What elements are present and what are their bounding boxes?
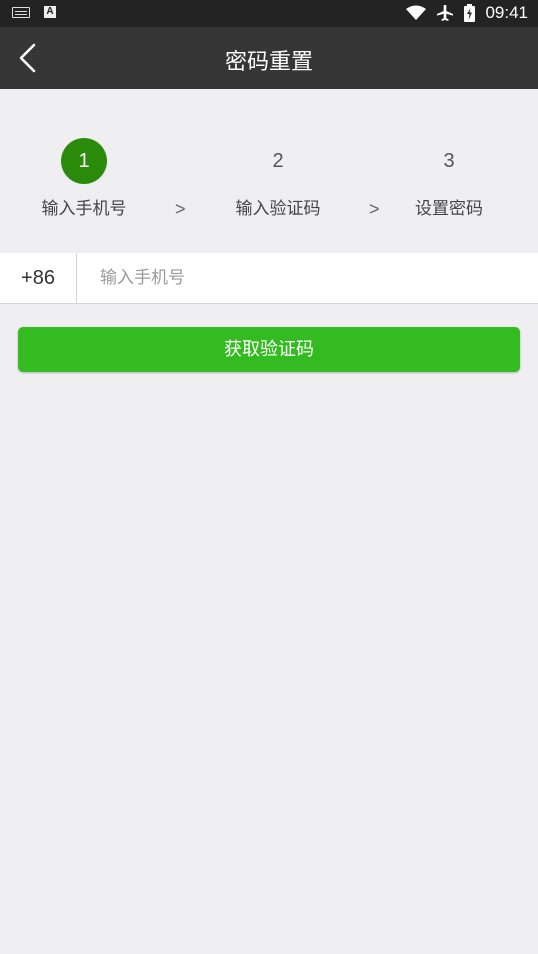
step-1-label: 输入手机号 [41, 199, 127, 219]
step-3: 3 设置密码 [379, 138, 519, 219]
title-bar: 密码重置 [0, 27, 538, 89]
status-bar-left: A [12, 6, 56, 18]
status-bar-right: 09:41 [406, 3, 528, 23]
chevron-right-icon: > [175, 199, 186, 219]
get-verification-code-button[interactable]: 获取验证码 [18, 327, 520, 372]
step-3-number: 3 [443, 150, 455, 172]
step-2-number: 2 [272, 150, 284, 172]
status-bar: A 09:41 [0, 0, 538, 27]
step-1: 1 输入手机号 [14, 138, 154, 219]
battery-charging-icon [464, 4, 476, 22]
step-3-label: 设置密码 [415, 199, 483, 219]
wifi-icon [406, 5, 427, 20]
step-indicator: 1 输入手机号 > 2 输入验证码 > 3 设置密码 [0, 89, 538, 249]
notification-a-icon: A [44, 6, 56, 18]
country-code-selector[interactable]: +86 [0, 253, 77, 303]
clock: 09:41 [485, 3, 528, 22]
page-title: 密码重置 [224, 50, 313, 75]
phone-number-input[interactable] [86, 261, 538, 295]
step-1-number: 1 [61, 138, 107, 184]
keyboard-icon [12, 6, 30, 18]
step-2-label: 输入验证码 [235, 199, 321, 219]
chevron-right-icon: > [369, 199, 380, 219]
phone-input-row: +86 [0, 253, 538, 304]
airplane-icon [437, 5, 454, 21]
step-2: 2 输入验证码 [208, 138, 348, 219]
